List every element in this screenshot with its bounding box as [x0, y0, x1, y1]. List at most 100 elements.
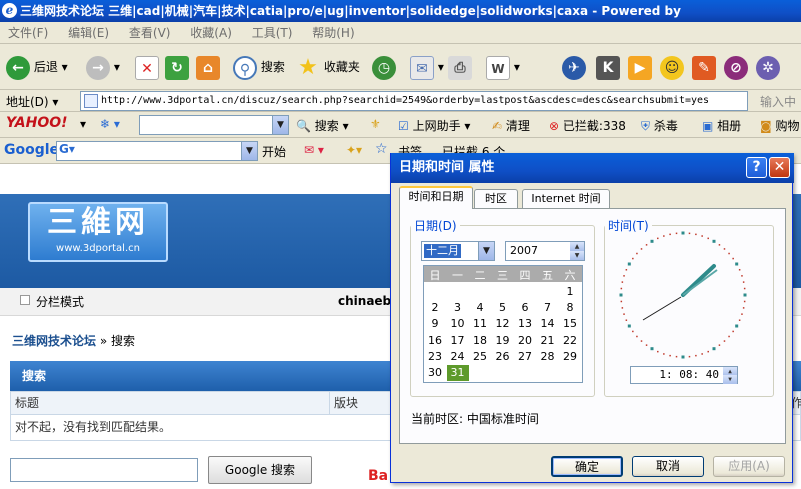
close-button[interactable]: ✕ — [769, 157, 790, 178]
calendar-day[interactable]: 14 — [537, 316, 559, 332]
blocked-counter[interactable]: ⊗ 已拦截:338 — [549, 117, 626, 134]
calendar-day[interactable]: 9 — [424, 316, 446, 332]
baidu-logo[interactable]: Ba — [368, 468, 388, 484]
calendar-day[interactable]: 8 — [559, 300, 581, 316]
google-logo[interactable]: Google — [4, 142, 59, 158]
calendar-day[interactable]: 19 — [492, 333, 514, 349]
view-mode-icon[interactable] — [20, 295, 30, 305]
calendar-day[interactable]: 4 — [469, 300, 491, 316]
star-bookmark-icon[interactable]: ☆ — [375, 141, 388, 157]
assistant-button[interactable]: ☑ 上网助手 ▾ — [398, 117, 470, 134]
calendar-day[interactable]: 11 — [469, 316, 491, 332]
breadcrumb-home[interactable]: 三维网技术论坛 — [12, 334, 96, 348]
spin-up-icon[interactable]: ▲ — [570, 242, 584, 251]
calendar-day[interactable]: 13 — [514, 316, 536, 332]
go-button[interactable]: 输入中 — [760, 93, 796, 110]
calendar-day[interactable]: 28 — [537, 349, 559, 365]
calendar-day[interactable]: 6 — [514, 300, 536, 316]
time-spinner[interactable]: 1: 08: 40 ▲ ▼ — [630, 366, 738, 384]
apply-button[interactable]: 应用(A) — [713, 456, 785, 477]
k-button[interactable]: K — [596, 52, 620, 82]
page-google-search-button[interactable]: Google 搜索 — [208, 456, 312, 484]
calendar-day[interactable]: 30 — [424, 365, 446, 381]
print-button[interactable]: ⎙ — [448, 52, 472, 82]
menu-file[interactable]: 文件(F) — [0, 22, 56, 44]
forward-button[interactable]: → ▾ — [86, 52, 120, 82]
history-button[interactable]: ◷ — [372, 52, 396, 82]
menu-help[interactable]: 帮助(H) — [304, 22, 362, 44]
google-start-button[interactable]: 开始 — [262, 143, 286, 160]
clock-tick — [663, 353, 665, 355]
tab-datetime[interactable]: 时间和日期 — [399, 186, 473, 209]
calendar-day[interactable]: 16 — [424, 333, 446, 349]
highlight-icon[interactable]: ✦▾ — [346, 143, 362, 157]
calendar-day[interactable]: 12 — [492, 316, 514, 332]
search-button[interactable]: ⚲ 搜索 — [233, 52, 285, 82]
edit-button[interactable]: W ▾ — [486, 52, 520, 82]
paint-button[interactable]: ✎ — [692, 52, 716, 82]
refresh-button[interactable]: ↻ — [165, 52, 189, 82]
calendar-day[interactable]: 17 — [447, 333, 469, 349]
clean-button[interactable]: ✍ 清理 — [492, 117, 530, 134]
calendar-day[interactable]: 29 — [559, 349, 581, 365]
google-search-input[interactable]: G▾ ▼ — [56, 141, 258, 161]
page-google-input[interactable] — [10, 458, 198, 482]
calendar-day[interactable]: 2 — [424, 300, 446, 316]
month-select[interactable]: 十二月 ▼ — [421, 241, 495, 261]
calendar-grid[interactable]: 日一二三四五六 1 2 3 4 5 6 7 8 9 10 11 12 13 14 15 16 17 18 19 20 2… — [423, 265, 583, 383]
calendar-day[interactable]: 25 — [469, 349, 491, 365]
year-spinner[interactable]: 2007 ▲ ▼ — [505, 241, 585, 261]
help-button[interactable]: ? — [746, 157, 767, 178]
cancel-button[interactable]: 取消 — [632, 456, 704, 477]
menu-favorites[interactable]: 收藏(A) — [182, 22, 240, 44]
shield-icon: ⛨ — [641, 119, 651, 133]
calendar-day[interactable]: 3 — [447, 300, 469, 316]
yahoo-search-input[interactable]: ▼ — [139, 115, 289, 135]
menu-view[interactable]: 查看(V) — [121, 22, 179, 44]
view-mode-link[interactable]: 分栏模式 — [36, 293, 84, 310]
yahoo-search-button[interactable]: 🔍 搜索 ▾ — [296, 117, 349, 134]
gear-button[interactable]: ✲ — [756, 52, 780, 82]
tab-timezone[interactable]: 时区 — [474, 189, 518, 209]
calendar-day[interactable]: 1 — [559, 284, 581, 300]
calendar-day[interactable]: 5 — [492, 300, 514, 316]
trophy-icon[interactable]: ⚜ — [370, 117, 381, 131]
album-button[interactable]: ▣ 相册 — [702, 117, 741, 134]
calendar-day[interactable]: 20 — [514, 333, 536, 349]
menu-tools[interactable]: 工具(T) — [244, 22, 301, 44]
broom-icon: ✍ — [492, 119, 503, 133]
compass-button[interactable]: ⊘ — [724, 52, 748, 82]
bookmark-icon[interactable]: ✉ ▾ — [304, 143, 324, 157]
ok-button[interactable]: 确定 — [551, 456, 623, 477]
stop-button[interactable]: ✕ — [135, 52, 159, 82]
shop-button[interactable]: ◙ 购物 — [760, 117, 800, 134]
calendar-day[interactable]: 10 — [447, 316, 469, 332]
media-button[interactable]: ▶ — [628, 52, 652, 82]
calendar-day[interactable]: 18 — [469, 333, 491, 349]
calendar-day[interactable]: 27 — [514, 349, 536, 365]
site-logo[interactable]: 三維网 www.3dportal.cn — [28, 202, 168, 262]
calendar-day[interactable]: 26 — [492, 349, 514, 365]
mail-button[interactable]: ✉ ▾ — [410, 52, 444, 82]
calendar-day[interactable]: 15 — [559, 316, 581, 332]
calendar-day[interactable]: 22 — [559, 333, 581, 349]
calendar-day[interactable]: 23 — [424, 349, 446, 365]
snowflake-icon[interactable]: ❄ ▾ — [100, 117, 120, 131]
spin-down-icon[interactable]: ▼ — [570, 251, 584, 260]
checkbox-icon: ☑ — [398, 119, 409, 133]
tab-internet-time[interactable]: Internet 时间 — [522, 189, 610, 209]
calendar-day[interactable]: 31 — [446, 365, 469, 381]
favorites-button[interactable]: ★ 收藏夹 — [296, 52, 360, 82]
calendar-day[interactable]: 7 — [537, 300, 559, 316]
time-down-icon[interactable]: ▼ — [723, 375, 737, 384]
yahoo-logo[interactable]: YAHOO! — [6, 115, 68, 131]
menu-edit[interactable]: 编辑(E) — [60, 22, 117, 44]
emoticon-button[interactable]: ☺ — [660, 52, 684, 82]
home-button[interactable]: ⌂ — [196, 52, 220, 82]
messenger-button[interactable]: ✈ — [562, 52, 586, 82]
calendar-day[interactable]: 21 — [537, 333, 559, 349]
address-input[interactable]: http://www.3dportal.cn/discuz/search.php… — [80, 91, 748, 111]
calendar-day[interactable]: 24 — [447, 349, 469, 365]
back-button[interactable]: ← 后退 ▾ — [6, 52, 68, 82]
antivirus-button[interactable]: ⛨ 杀毒 — [641, 117, 678, 134]
